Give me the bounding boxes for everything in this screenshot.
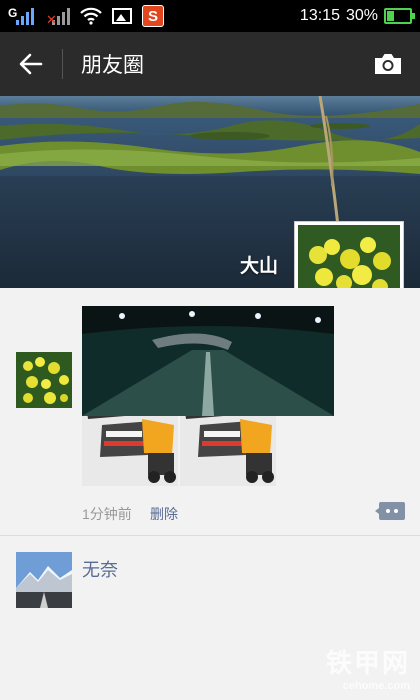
camera-button[interactable] — [356, 32, 420, 96]
comment-button[interactable] — [374, 500, 406, 522]
post-video[interactable] — [82, 306, 334, 416]
back-arrow-icon — [19, 53, 43, 75]
post-author-name[interactable]: 无奈 — [82, 556, 118, 582]
delete-link[interactable]: 删除 — [150, 504, 178, 524]
profile-name: 大山 — [239, 256, 278, 277]
back-button[interactable] — [0, 32, 62, 96]
avatar[interactable] — [16, 352, 72, 408]
battery-percent: 30% — [345, 7, 378, 24]
watermark: 铁甲网 cehome.com — [325, 648, 410, 692]
title-divider — [62, 49, 63, 79]
gallery-notification-icon — [112, 8, 132, 24]
battery-icon — [384, 8, 415, 24]
camera-icon — [375, 54, 401, 74]
wifi-icon — [80, 7, 102, 25]
post-time: 1分钟前 — [82, 506, 132, 522]
comment-icon — [375, 502, 405, 520]
app-notification-icon: S — [142, 5, 164, 27]
signal-no-service-icon: ✕ — [44, 6, 70, 27]
clock: 13:15 — [299, 7, 340, 24]
page-title: 朋友圈 — [81, 54, 144, 77]
avatar[interactable] — [16, 552, 72, 608]
status-bar: G ✕ S 13:15 30% — [0, 0, 420, 32]
signal-strong-icon: G — [8, 6, 34, 26]
title-bar: 朋友圈 — [0, 32, 420, 96]
